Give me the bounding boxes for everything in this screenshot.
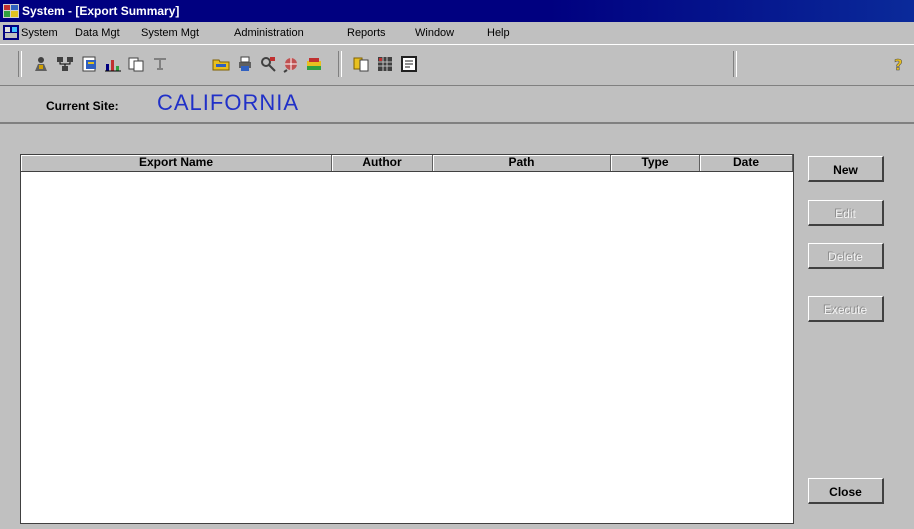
grid-icon[interactable] — [376, 55, 394, 73]
toolbar-separator — [338, 51, 342, 77]
folder-icon[interactable] — [212, 55, 230, 73]
chart-icon[interactable] — [104, 55, 122, 73]
printer-icon[interactable] — [236, 55, 254, 73]
svg-text:?: ? — [894, 56, 903, 73]
find-icon[interactable] — [259, 55, 277, 73]
file-icon[interactable] — [305, 55, 323, 73]
menu-system[interactable]: System — [21, 27, 58, 39]
menu-window[interactable]: Window — [415, 27, 454, 39]
table-header: Export Name Author Path Type Date — [21, 155, 793, 172]
copy-icon[interactable] — [127, 55, 145, 73]
menu-help[interactable]: Help — [487, 27, 510, 39]
execute-button[interactable]: Execute — [808, 296, 884, 322]
report-icon[interactable] — [81, 55, 99, 73]
pin-icon[interactable] — [151, 55, 169, 73]
column-header-export-name[interactable]: Export Name — [21, 155, 332, 171]
new-button[interactable]: New — [808, 156, 884, 182]
menu-administration[interactable]: Administration — [234, 27, 304, 39]
close-button[interactable]: Close — [808, 478, 884, 504]
column-header-type[interactable]: Type — [611, 155, 700, 171]
menu-reports[interactable]: Reports — [347, 27, 386, 39]
delete-button[interactable]: Delete — [808, 243, 884, 269]
current-site-bar: Current Site: CALIFORNIA — [0, 86, 914, 124]
toolbar-separator — [18, 51, 22, 77]
column-header-path[interactable]: Path — [433, 155, 611, 171]
document-window-icon[interactable] — [3, 25, 19, 40]
column-header-author[interactable]: Author — [332, 155, 433, 171]
menu-data-mgt[interactable]: Data Mgt — [75, 27, 120, 39]
column-header-date[interactable]: Date — [700, 155, 793, 171]
document-icon[interactable] — [352, 55, 370, 73]
help-icon[interactable]: ? — [890, 55, 908, 73]
toolbar-separator — [733, 51, 737, 77]
app-icon[interactable] — [3, 4, 19, 18]
current-site-label: Current Site: — [46, 99, 119, 113]
menu-bar: System Data Mgt System Mgt Administratio… — [0, 22, 914, 44]
edit-button[interactable]: Edit — [808, 200, 884, 226]
network-icon[interactable] — [56, 55, 74, 73]
form-icon[interactable] — [400, 55, 418, 73]
current-site-value: CALIFORNIA — [157, 90, 300, 115]
title-bar: System - [Export Summary] — [0, 0, 914, 22]
window-title: System - [Export Summary] — [22, 4, 180, 18]
toolbar: ? — [0, 44, 914, 86]
menu-system-mgt[interactable]: System Mgt — [141, 27, 199, 39]
export-list-table[interactable]: Export Name Author Path Type Date — [20, 154, 794, 524]
globe-icon[interactable] — [282, 55, 300, 73]
user-icon[interactable] — [32, 55, 50, 73]
